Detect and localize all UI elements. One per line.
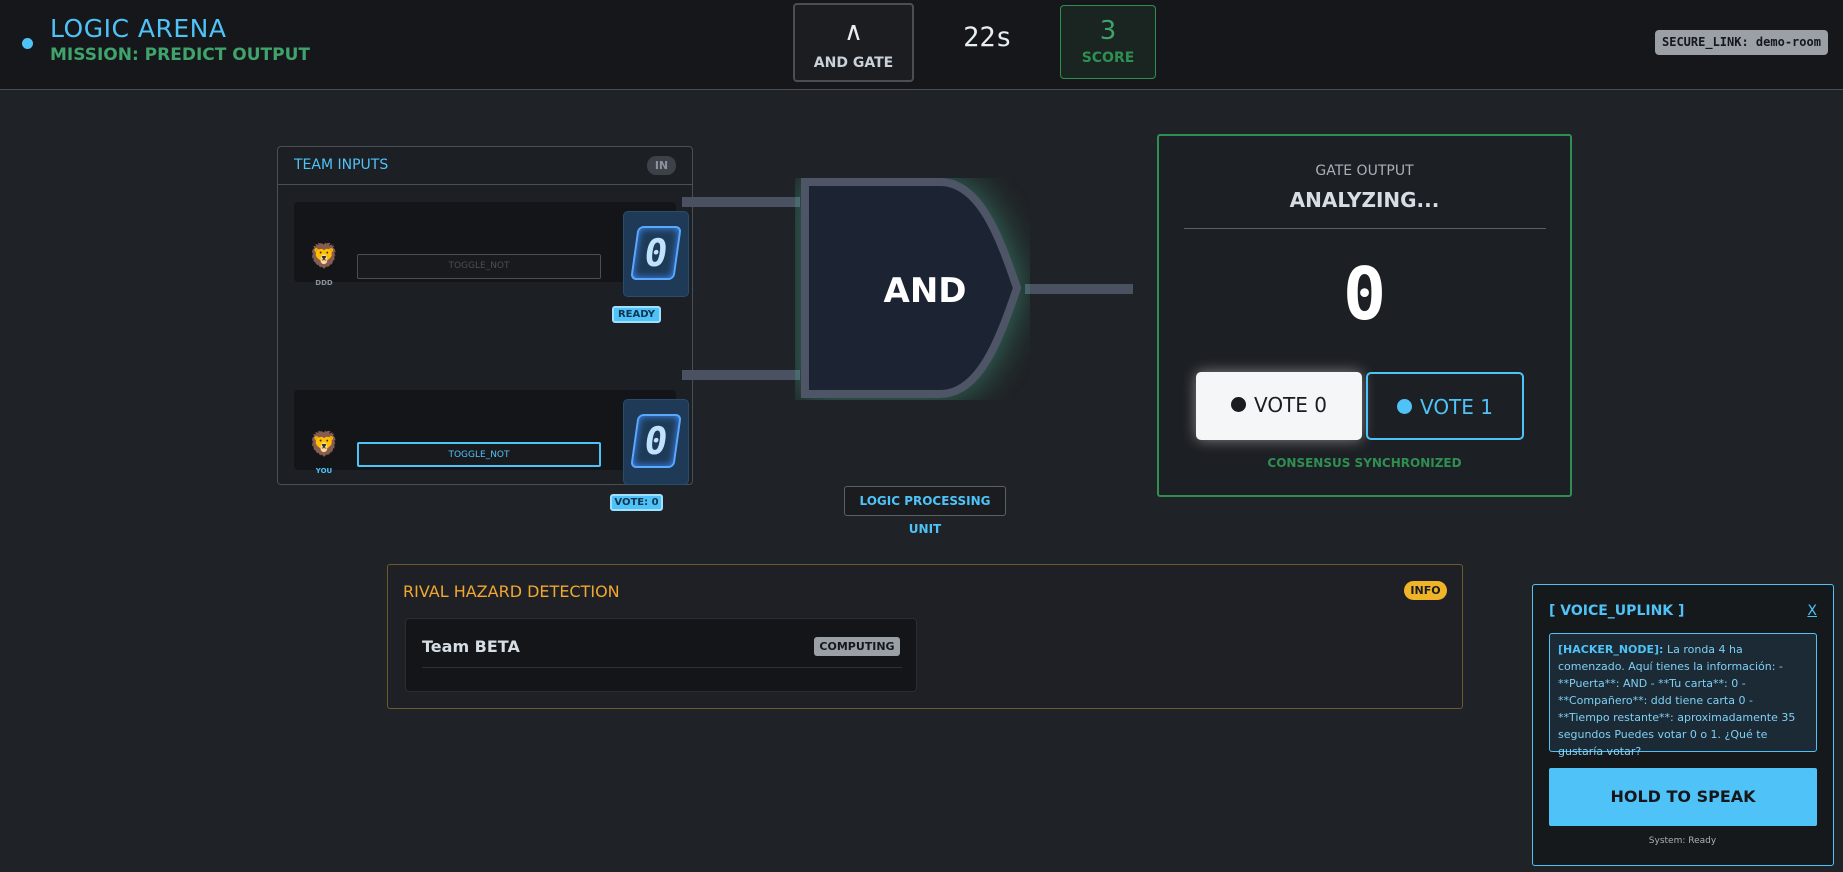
player-card-teammate: 🦁 DDD TOGGLE_NOT 0 bbox=[294, 202, 689, 297]
input-wire-bottom bbox=[682, 370, 800, 380]
vote-1-button[interactable]: VOTE 1 bbox=[1366, 372, 1524, 440]
score-display: 3 SCORE bbox=[1060, 5, 1156, 79]
analysis-status: ANALYZING... bbox=[1289, 188, 1440, 212]
rival-hazard-panel: RIVAL HAZARD DETECTION INFO Team BETA CO… bbox=[387, 564, 1463, 709]
message-text: La ronda 4 ha comenzado. Aquí tienes la … bbox=[1558, 643, 1796, 758]
team-inputs-title: TEAM INPUTS bbox=[294, 157, 389, 173]
gate-output-panel: GATE OUTPUT ANALYZING... 0 VOTE 0 VOTE 1… bbox=[1157, 134, 1572, 497]
output-wire bbox=[1025, 284, 1133, 294]
assistant-message: [HACKER_NODE]: La ronda 4 ha comenzado. … bbox=[1549, 633, 1817, 758]
input-wire-top bbox=[682, 197, 800, 207]
your-vote-badge: VOTE: 0 bbox=[610, 494, 663, 511]
player-name: YOU bbox=[315, 467, 333, 475]
gate-label: AND bbox=[883, 271, 967, 311]
lion-avatar-icon: 🦁 bbox=[309, 242, 339, 270]
vote-0-button[interactable]: VOTE 0 bbox=[1196, 372, 1362, 440]
and-symbol-icon: ∧ bbox=[843, 17, 864, 47]
teammate-status-badge: READY bbox=[612, 306, 661, 323]
vote-0-label: VOTE 0 bbox=[1253, 393, 1327, 417]
vote-1-label: VOTE 1 bbox=[1419, 395, 1493, 419]
rival-team-name: Team BETA bbox=[422, 637, 520, 656]
close-button[interactable]: X bbox=[1807, 603, 1817, 619]
info-badge: INFO bbox=[1404, 581, 1447, 600]
toggle-not-button[interactable]: TOGGLE_NOT bbox=[357, 442, 601, 467]
lion-avatar-icon: 🦁 bbox=[309, 430, 339, 458]
round-timer: 22s bbox=[963, 22, 1012, 53]
card-value: 0 bbox=[630, 226, 682, 280]
voice-uplink-title: [ VOICE_UPLINK ] bbox=[1549, 603, 1685, 619]
input-card-you: 0 bbox=[623, 399, 689, 485]
app-title: LOGIC ARENA bbox=[50, 14, 227, 43]
hold-to-speak-button[interactable]: HOLD TO SPEAK bbox=[1549, 768, 1817, 826]
card-value: 0 bbox=[630, 414, 682, 468]
team-inputs-header: TEAM INPUTS IN bbox=[278, 147, 692, 185]
rival-status-badge: COMPUTING bbox=[814, 637, 900, 656]
room-link-badge[interactable]: SECURE_LINK: demo-room bbox=[1655, 30, 1828, 55]
system-status: System: Ready bbox=[1648, 836, 1717, 846]
rival-hazard-title: RIVAL HAZARD DETECTION bbox=[403, 582, 620, 601]
gate-type-indicator: ∧ AND GATE bbox=[793, 3, 914, 82]
rival-team-card: Team BETA COMPUTING bbox=[405, 618, 917, 692]
dot-icon bbox=[1396, 399, 1412, 414]
player-card-you: 🦁 YOU TOGGLE_NOT 0 bbox=[294, 390, 689, 485]
input-badge: IN bbox=[647, 156, 676, 175]
input-card-teammate: 0 bbox=[623, 211, 689, 297]
toggle-not-button-teammate: TOGGLE_NOT bbox=[357, 254, 601, 279]
player-name: DDD bbox=[315, 279, 333, 287]
dot-icon bbox=[1230, 397, 1246, 412]
output-value: 0 bbox=[1342, 252, 1387, 336]
top-bar: LOGIC ARENA MISSION: PREDICT OUTPUT ∧ AN… bbox=[0, 0, 1843, 90]
consensus-status: CONSENSUS SYNCHRONIZED bbox=[1267, 456, 1462, 470]
divider bbox=[1184, 228, 1546, 229]
logic-processing-unit-label: LOGIC PROCESSING UNIT bbox=[844, 486, 1006, 536]
divider bbox=[422, 667, 902, 668]
voice-uplink-panel: [ VOICE_UPLINK ] X [HACKER_NODE]: La ron… bbox=[1532, 584, 1834, 866]
gate-type-label: AND GATE bbox=[813, 55, 894, 71]
connection-status-dot bbox=[22, 38, 33, 49]
message-sender: [HACKER_NODE]: bbox=[1558, 643, 1664, 656]
mission-text: MISSION: PREDICT OUTPUT bbox=[50, 45, 310, 65]
score-value: 3 bbox=[1099, 16, 1117, 46]
gate-output-label: GATE OUTPUT bbox=[1315, 163, 1414, 179]
score-label: SCORE bbox=[1081, 50, 1135, 66]
